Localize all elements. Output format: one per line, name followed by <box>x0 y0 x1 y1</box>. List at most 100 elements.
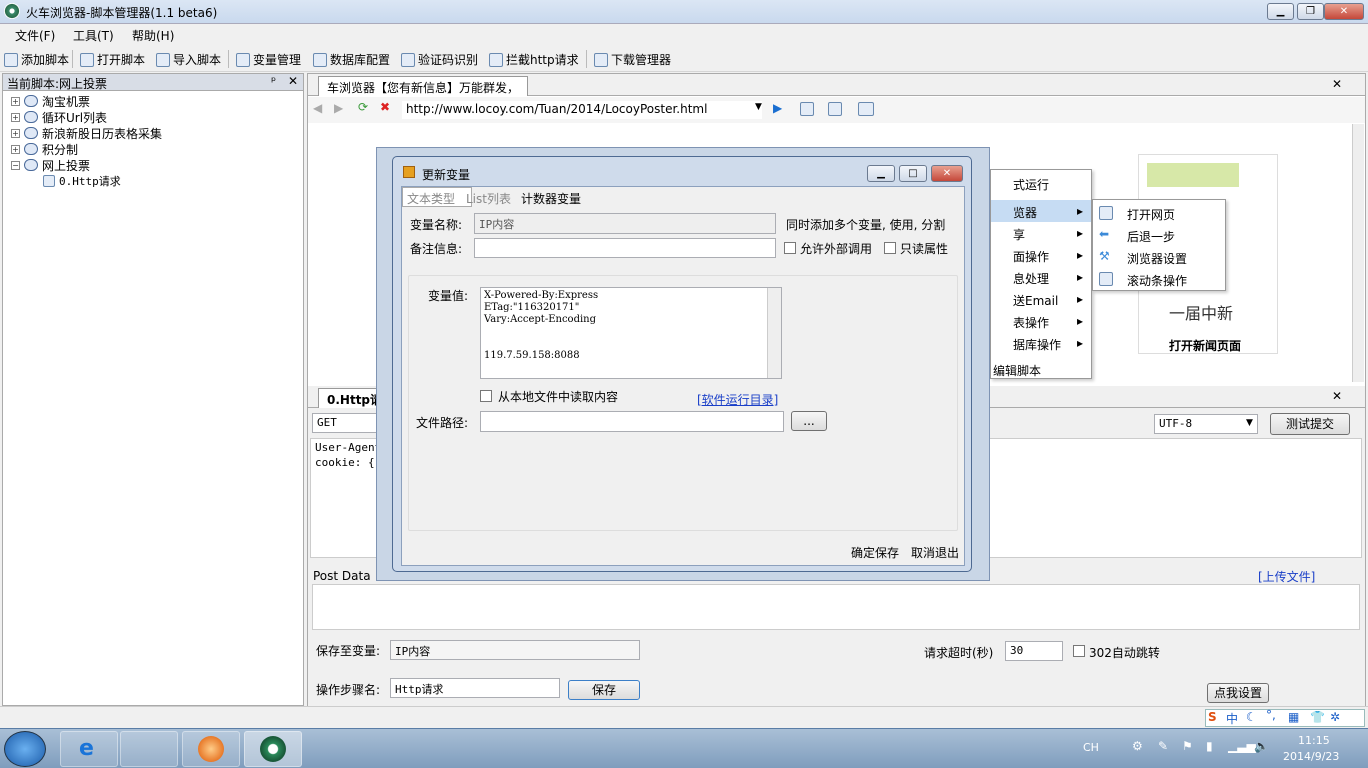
variable-manager-button[interactable]: 变量管理 <box>236 51 301 68</box>
menu-item[interactable]: 享 ▸ <box>991 222 1091 244</box>
collapse-icon[interactable]: − <box>11 160 20 170</box>
punct-icon[interactable]: °, <box>1266 708 1276 722</box>
url-input[interactable]: http://www.locoy.com/Tuan/2014/LocoyPost… <box>402 101 762 119</box>
restore-button[interactable]: ❐ <box>1297 3 1324 20</box>
html-icon[interactable] <box>858 102 874 116</box>
local-file-checkbox[interactable] <box>480 390 492 402</box>
browser-tab[interactable]: 车浏览器【您有新信息】万能群发， <box>318 76 529 96</box>
allow-external-checkbox[interactable] <box>784 242 796 254</box>
tray-network-icon[interactable]: ⚙ <box>1132 739 1143 753</box>
value-textarea[interactable]: X-Powered-By:Express ETag:"116320171" Va… <box>480 287 782 379</box>
captcha-button[interactable]: 验证码识别 <box>401 51 478 68</box>
note-input[interactable] <box>474 238 776 258</box>
panel-close-icon[interactable]: ✕ <box>288 74 298 88</box>
url-dropdown-icon[interactable]: ▼ <box>755 102 762 112</box>
tray-battery-icon[interactable]: ▮ <box>1206 739 1213 753</box>
var-name-input[interactable]: IP内容 <box>474 213 776 234</box>
ie-icon[interactable]: e <box>60 731 118 767</box>
menu-item-scrollbar[interactable]: 滚动条操作 <box>1093 268 1225 290</box>
confirm-save-button[interactable]: 确定保存 <box>851 544 899 561</box>
browse-button[interactable]: ... <box>791 411 827 431</box>
tree-child-item[interactable]: 0.Http请求 <box>43 173 121 189</box>
menu-item-browser[interactable]: 览器 ▸ <box>991 200 1091 222</box>
save-var-input[interactable]: IP内容 <box>390 640 640 660</box>
readonly-checkbox[interactable] <box>884 242 896 254</box>
expand-icon[interactable]: + <box>11 144 20 154</box>
tools-icon[interactable]: ✲ <box>1330 710 1340 724</box>
menu-item[interactable]: 据库操作 ▸ <box>991 332 1091 354</box>
scrollbar[interactable] <box>1352 124 1364 382</box>
ime-lang[interactable]: 中 <box>1226 710 1238 727</box>
keyboard-icon[interactable]: ▦ <box>1288 710 1299 724</box>
menu-help[interactable]: 帮助(H) <box>132 27 174 44</box>
shirt-icon[interactable]: 👕 <box>1310 710 1325 724</box>
moon-icon[interactable]: ☾ <box>1246 710 1257 724</box>
cancel-exit-button[interactable]: 取消退出 <box>911 544 959 561</box>
menu-item[interactable]: 表操作 ▸ <box>991 310 1091 332</box>
tab-close-icon[interactable]: ✕ <box>1332 77 1342 91</box>
start-button[interactable] <box>4 731 46 767</box>
menu-item-browser-settings[interactable]: ⚒ 浏览器设置 <box>1093 246 1225 268</box>
tray-signal-icon[interactable]: ▁▃▅ <box>1228 739 1256 753</box>
test-submit-button[interactable]: 测试提交 <box>1270 413 1350 435</box>
intercept-http-button[interactable]: 拦截http请求 <box>489 51 579 68</box>
back-icon[interactable]: ◀ <box>313 101 322 115</box>
tab-list[interactable]: List列表 <box>466 190 511 207</box>
menu-item[interactable]: 送Email ▸ <box>991 288 1091 310</box>
tree-item[interactable]: + 新浪新股日历表格采集 <box>11 125 162 141</box>
download-manager-button[interactable]: 下载管理器 <box>594 51 671 68</box>
file-path-input[interactable] <box>480 411 784 432</box>
dialog-close-button[interactable]: ✕ <box>931 165 963 182</box>
menu-item-go-back[interactable]: ⬅ 后退一步 <box>1093 224 1225 246</box>
menu-item[interactable]: 式运行 <box>991 172 1091 194</box>
ime-toolbar[interactable]: S 中 ☾ °, ▦ 👕 ✲ <box>1205 708 1365 727</box>
menu-item[interactable]: 面操作 ▸ <box>991 244 1091 266</box>
menu-item[interactable]: 息处理 ▸ <box>991 266 1091 288</box>
encoding-dropdown-icon[interactable]: ▼ <box>1246 418 1253 428</box>
add-script-button[interactable]: 添加脚本 <box>4 51 69 68</box>
go-icon[interactable]: ▶ <box>773 101 782 115</box>
refresh-icon[interactable]: ⟳ <box>358 100 368 114</box>
expand-icon[interactable]: + <box>11 112 20 122</box>
dialog-maximize-button[interactable]: □ <box>899 165 927 182</box>
encoding-select[interactable]: UTF-8 <box>1154 414 1258 434</box>
locoy-browser-icon[interactable] <box>244 731 302 767</box>
inspect-icon[interactable] <box>800 102 814 116</box>
dialog-minimize-button[interactable]: ▁ <box>867 165 895 182</box>
tree-item[interactable]: + 循环Url列表 <box>11 109 107 125</box>
import-script-button[interactable]: 导入脚本 <box>156 51 221 68</box>
tree-item-selected[interactable]: − 网上投票 <box>11 157 90 173</box>
notepad-icon[interactable] <box>120 731 178 767</box>
menu-item-edit-script[interactable]: 编辑脚本 <box>991 358 1091 380</box>
clock-time[interactable]: 11:15 <box>1298 734 1330 747</box>
method-select[interactable]: GET <box>312 413 378 433</box>
expand-icon[interactable]: + <box>11 128 20 138</box>
menu-file[interactable]: 文件(F) <box>15 27 55 44</box>
pin-icon[interactable]: ᵖ <box>271 74 276 88</box>
timeout-input[interactable]: 30 <box>1005 641 1063 661</box>
flask-icon[interactable] <box>828 102 842 116</box>
tray-volume-icon[interactable]: 🔈 <box>1254 739 1269 753</box>
run-dir-link[interactable]: [软件运行目录] <box>697 391 778 408</box>
clock-date[interactable]: 2014/9/23 <box>1283 750 1339 763</box>
step-name-input[interactable]: Http请求 <box>390 678 560 698</box>
save-button[interactable]: 保存 <box>568 680 640 700</box>
minimize-button[interactable]: ▁ <box>1267 3 1294 20</box>
close-button[interactable]: ✕ <box>1324 3 1364 20</box>
post-data-textarea[interactable] <box>312 584 1360 630</box>
forward-icon[interactable]: ▶ <box>334 101 343 115</box>
tab-counter[interactable]: 计数器变量 <box>521 190 581 207</box>
database-config-button[interactable]: 数据库配置 <box>313 51 390 68</box>
tree-item[interactable]: + 积分制 <box>11 141 78 157</box>
lang-indicator[interactable]: CH <box>1083 741 1099 754</box>
open-script-button[interactable]: 打开脚本 <box>80 51 145 68</box>
firefox-icon[interactable] <box>182 731 240 767</box>
redirect-checkbox[interactable] <box>1073 645 1085 657</box>
expand-icon[interactable]: + <box>11 96 20 106</box>
bottom-close-icon[interactable]: ✕ <box>1332 389 1342 403</box>
tree-item[interactable]: + 淘宝机票 <box>11 93 90 109</box>
menu-tools[interactable]: 工具(T) <box>73 27 114 44</box>
tab-text-type[interactable]: 文本类型 <box>402 187 472 207</box>
upload-file-link[interactable]: [上传文件] <box>1258 568 1315 585</box>
settings-button[interactable]: 点我设置 <box>1207 683 1269 703</box>
